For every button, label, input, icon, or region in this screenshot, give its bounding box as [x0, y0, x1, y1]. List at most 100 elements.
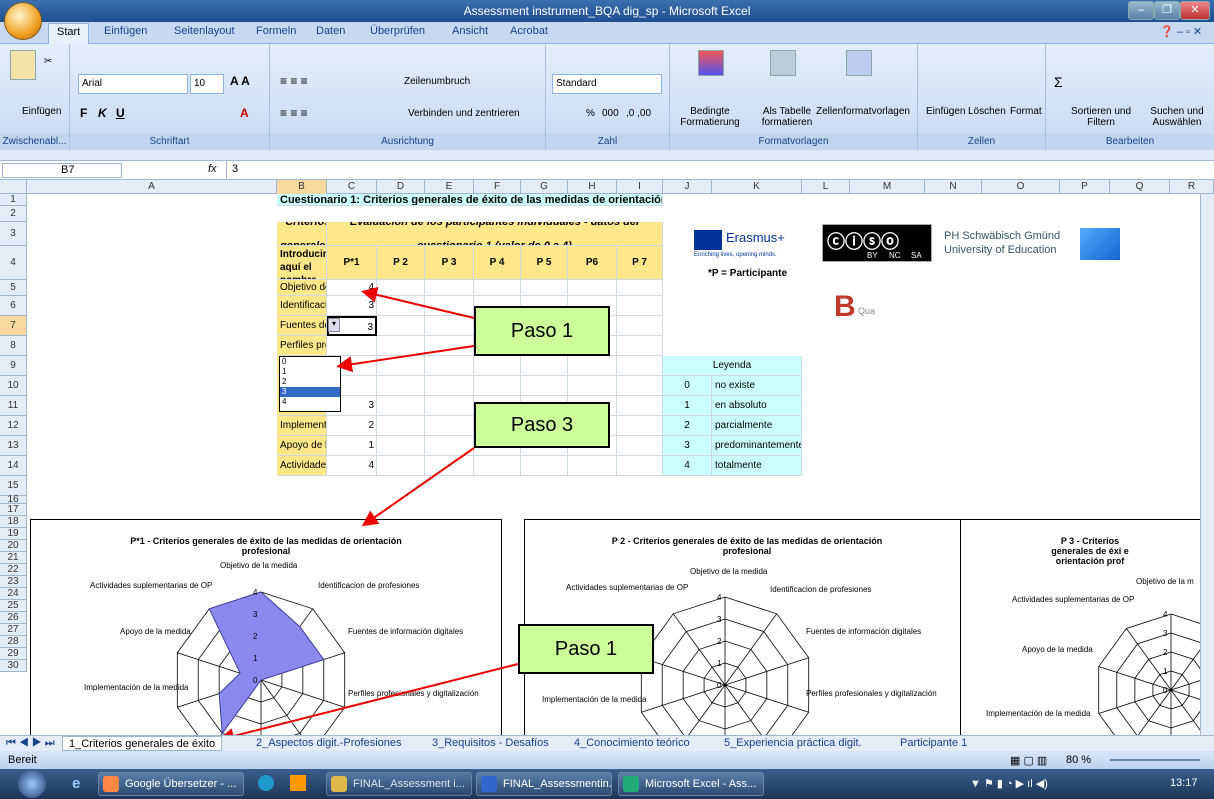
score-cell[interactable] [377, 280, 425, 296]
column-header-R[interactable]: R [1170, 180, 1214, 194]
app-icon[interactable] [258, 775, 274, 791]
row-header-27[interactable]: 27 [0, 624, 27, 636]
score-cell[interactable] [617, 280, 663, 296]
font-name-select[interactable]: Arial [78, 74, 188, 94]
cell-styles-button[interactable]: Zellenformatvorlagen [816, 106, 910, 117]
vertical-scrollbar[interactable] [1200, 194, 1214, 735]
office-button[interactable] [4, 2, 42, 40]
validation-dropdown[interactable]: 01234 [279, 356, 341, 412]
row-header-21[interactable]: 21 [0, 552, 27, 564]
score-cell[interactable] [474, 356, 521, 376]
row-header-30[interactable]: 30 [0, 660, 27, 672]
score-cell[interactable] [425, 416, 474, 436]
underline-button[interactable]: U [116, 106, 125, 120]
maximize-button[interactable]: ❐ [1154, 1, 1180, 20]
formula-input[interactable]: 3 [232, 163, 238, 175]
number-format-select[interactable]: Standard [552, 74, 662, 94]
legend-key[interactable]: 1 [663, 396, 712, 416]
score-cell[interactable] [377, 316, 425, 336]
score-cell[interactable]: 2 [327, 416, 377, 436]
score-cell[interactable]: 4 [327, 456, 377, 476]
sheet-title[interactable]: Cuestionario 1: Criterios generales de é… [277, 194, 663, 206]
row-header-15[interactable]: 15 [0, 476, 27, 496]
column-header-G[interactable]: G [521, 180, 568, 194]
format-as-table-icon[interactable] [770, 50, 796, 76]
app-icon-2[interactable] [290, 775, 306, 791]
score-cell[interactable] [617, 376, 663, 396]
column-header-N[interactable]: N [925, 180, 982, 194]
tab-insert[interactable]: Einfügen [104, 25, 147, 37]
participant-header[interactable]: P 7 [617, 246, 663, 280]
score-cell[interactable] [617, 336, 663, 356]
dropdown-option[interactable]: 3 [280, 387, 340, 397]
score-cell[interactable] [474, 280, 521, 296]
find-select-button[interactable]: Suchen und Auswählen [1142, 106, 1212, 128]
participant-header[interactable]: P 4 [474, 246, 521, 280]
row-header-14[interactable]: 14 [0, 456, 27, 476]
column-header-C[interactable]: C [327, 180, 377, 194]
score-cell[interactable] [568, 356, 617, 376]
score-cell[interactable] [377, 356, 425, 376]
dropdown-option[interactable]: 2 [280, 377, 340, 387]
tab-page-layout[interactable]: Seitenlayout [174, 25, 235, 37]
bold-button[interactable]: F [80, 106, 87, 120]
legend-value[interactable]: totalmente [712, 456, 802, 476]
column-header-B[interactable]: B [277, 180, 327, 194]
score-cell[interactable] [617, 356, 663, 376]
row-header-13[interactable]: 13 [0, 436, 27, 456]
row-header-11[interactable]: 11 [0, 396, 27, 416]
participant-header[interactable]: P 5 [521, 246, 568, 280]
legend-key[interactable]: 2 [663, 416, 712, 436]
tab-formulas[interactable]: Formeln [256, 25, 296, 37]
column-header-J[interactable]: J [663, 180, 712, 194]
name-prompt[interactable]: Introducir aquí el nombre del participan… [277, 246, 327, 280]
zoom-level[interactable]: 80 % [1066, 754, 1091, 766]
score-cell[interactable] [327, 336, 377, 356]
legend-key[interactable]: 4 [663, 456, 712, 476]
sheet-tab-5[interactable]: 5_Experiencia práctica digit. [724, 736, 862, 751]
criterion-label[interactable]: Fuentes de información digitales [277, 316, 327, 336]
grow-font-icon[interactable]: A A [230, 74, 250, 88]
sheet-tab-2[interactable]: 2_Aspectos digit.-Profesiones [256, 736, 402, 751]
criterion-label[interactable]: Objetivo de la medida [277, 280, 327, 296]
delete-cells-button[interactable]: Löschen [968, 106, 1006, 117]
paste-button[interactable]: Einfügen [22, 106, 61, 117]
legend-value[interactable]: no existe [712, 376, 802, 396]
sheet-tab-4[interactable]: 4_Conocimiento teórico [574, 736, 690, 751]
score-cell[interactable] [425, 336, 474, 356]
format-cells-button[interactable]: Format [1010, 106, 1042, 117]
legend-value[interactable]: en absoluto [712, 396, 802, 416]
row-header-28[interactable]: 28 [0, 636, 27, 648]
score-cell[interactable] [425, 296, 474, 316]
criterion-label[interactable]: Implementación de la medida [277, 416, 327, 436]
dropdown-option[interactable]: 4 [280, 397, 340, 407]
evaluation-header[interactable]: Evaluación de los participantes individu… [327, 222, 663, 246]
score-cell[interactable] [425, 280, 474, 296]
column-header-I[interactable]: I [617, 180, 663, 194]
start-button[interactable] [18, 770, 46, 798]
row-header-22[interactable]: 22 [0, 564, 27, 576]
worksheet-grid[interactable]: 1 2 3 4 5 6 7 8 9 10 11 12 13 14 15 16 17 18 19 20 21 22 23 24 2… [0, 194, 1214, 735]
dropdown-arrow-icon[interactable]: ▾ [328, 318, 340, 332]
score-cell[interactable] [377, 416, 425, 436]
legend-key[interactable]: 3 [663, 436, 712, 456]
score-cell[interactable] [425, 436, 474, 456]
cut-icon[interactable]: ✂ [44, 56, 52, 67]
score-cell[interactable] [568, 456, 617, 476]
score-cell[interactable] [617, 456, 663, 476]
score-cell[interactable]: 3 [327, 296, 377, 316]
score-cell[interactable] [521, 356, 568, 376]
name-box[interactable]: B7 [2, 163, 122, 178]
row-header-18[interactable]: 18 [0, 516, 27, 528]
tab-acrobat[interactable]: Acrobat [510, 25, 548, 37]
participant-header[interactable]: P*1 [327, 246, 377, 280]
legend-value[interactable]: predominantemente [712, 436, 802, 456]
criterion-label[interactable]: Perfiles profesionales y digitalización [277, 336, 327, 356]
autosum-icon[interactable]: Σ [1054, 74, 1063, 90]
score-cell[interactable] [377, 376, 425, 396]
row-header-20[interactable]: 20 [0, 540, 27, 552]
merge-center-button[interactable]: Verbinden und zentrieren [408, 108, 520, 119]
row-header-16[interactable]: 16 [0, 495, 27, 505]
row-header-26[interactable]: 26 [0, 612, 27, 624]
column-header-P[interactable]: P [1060, 180, 1110, 194]
